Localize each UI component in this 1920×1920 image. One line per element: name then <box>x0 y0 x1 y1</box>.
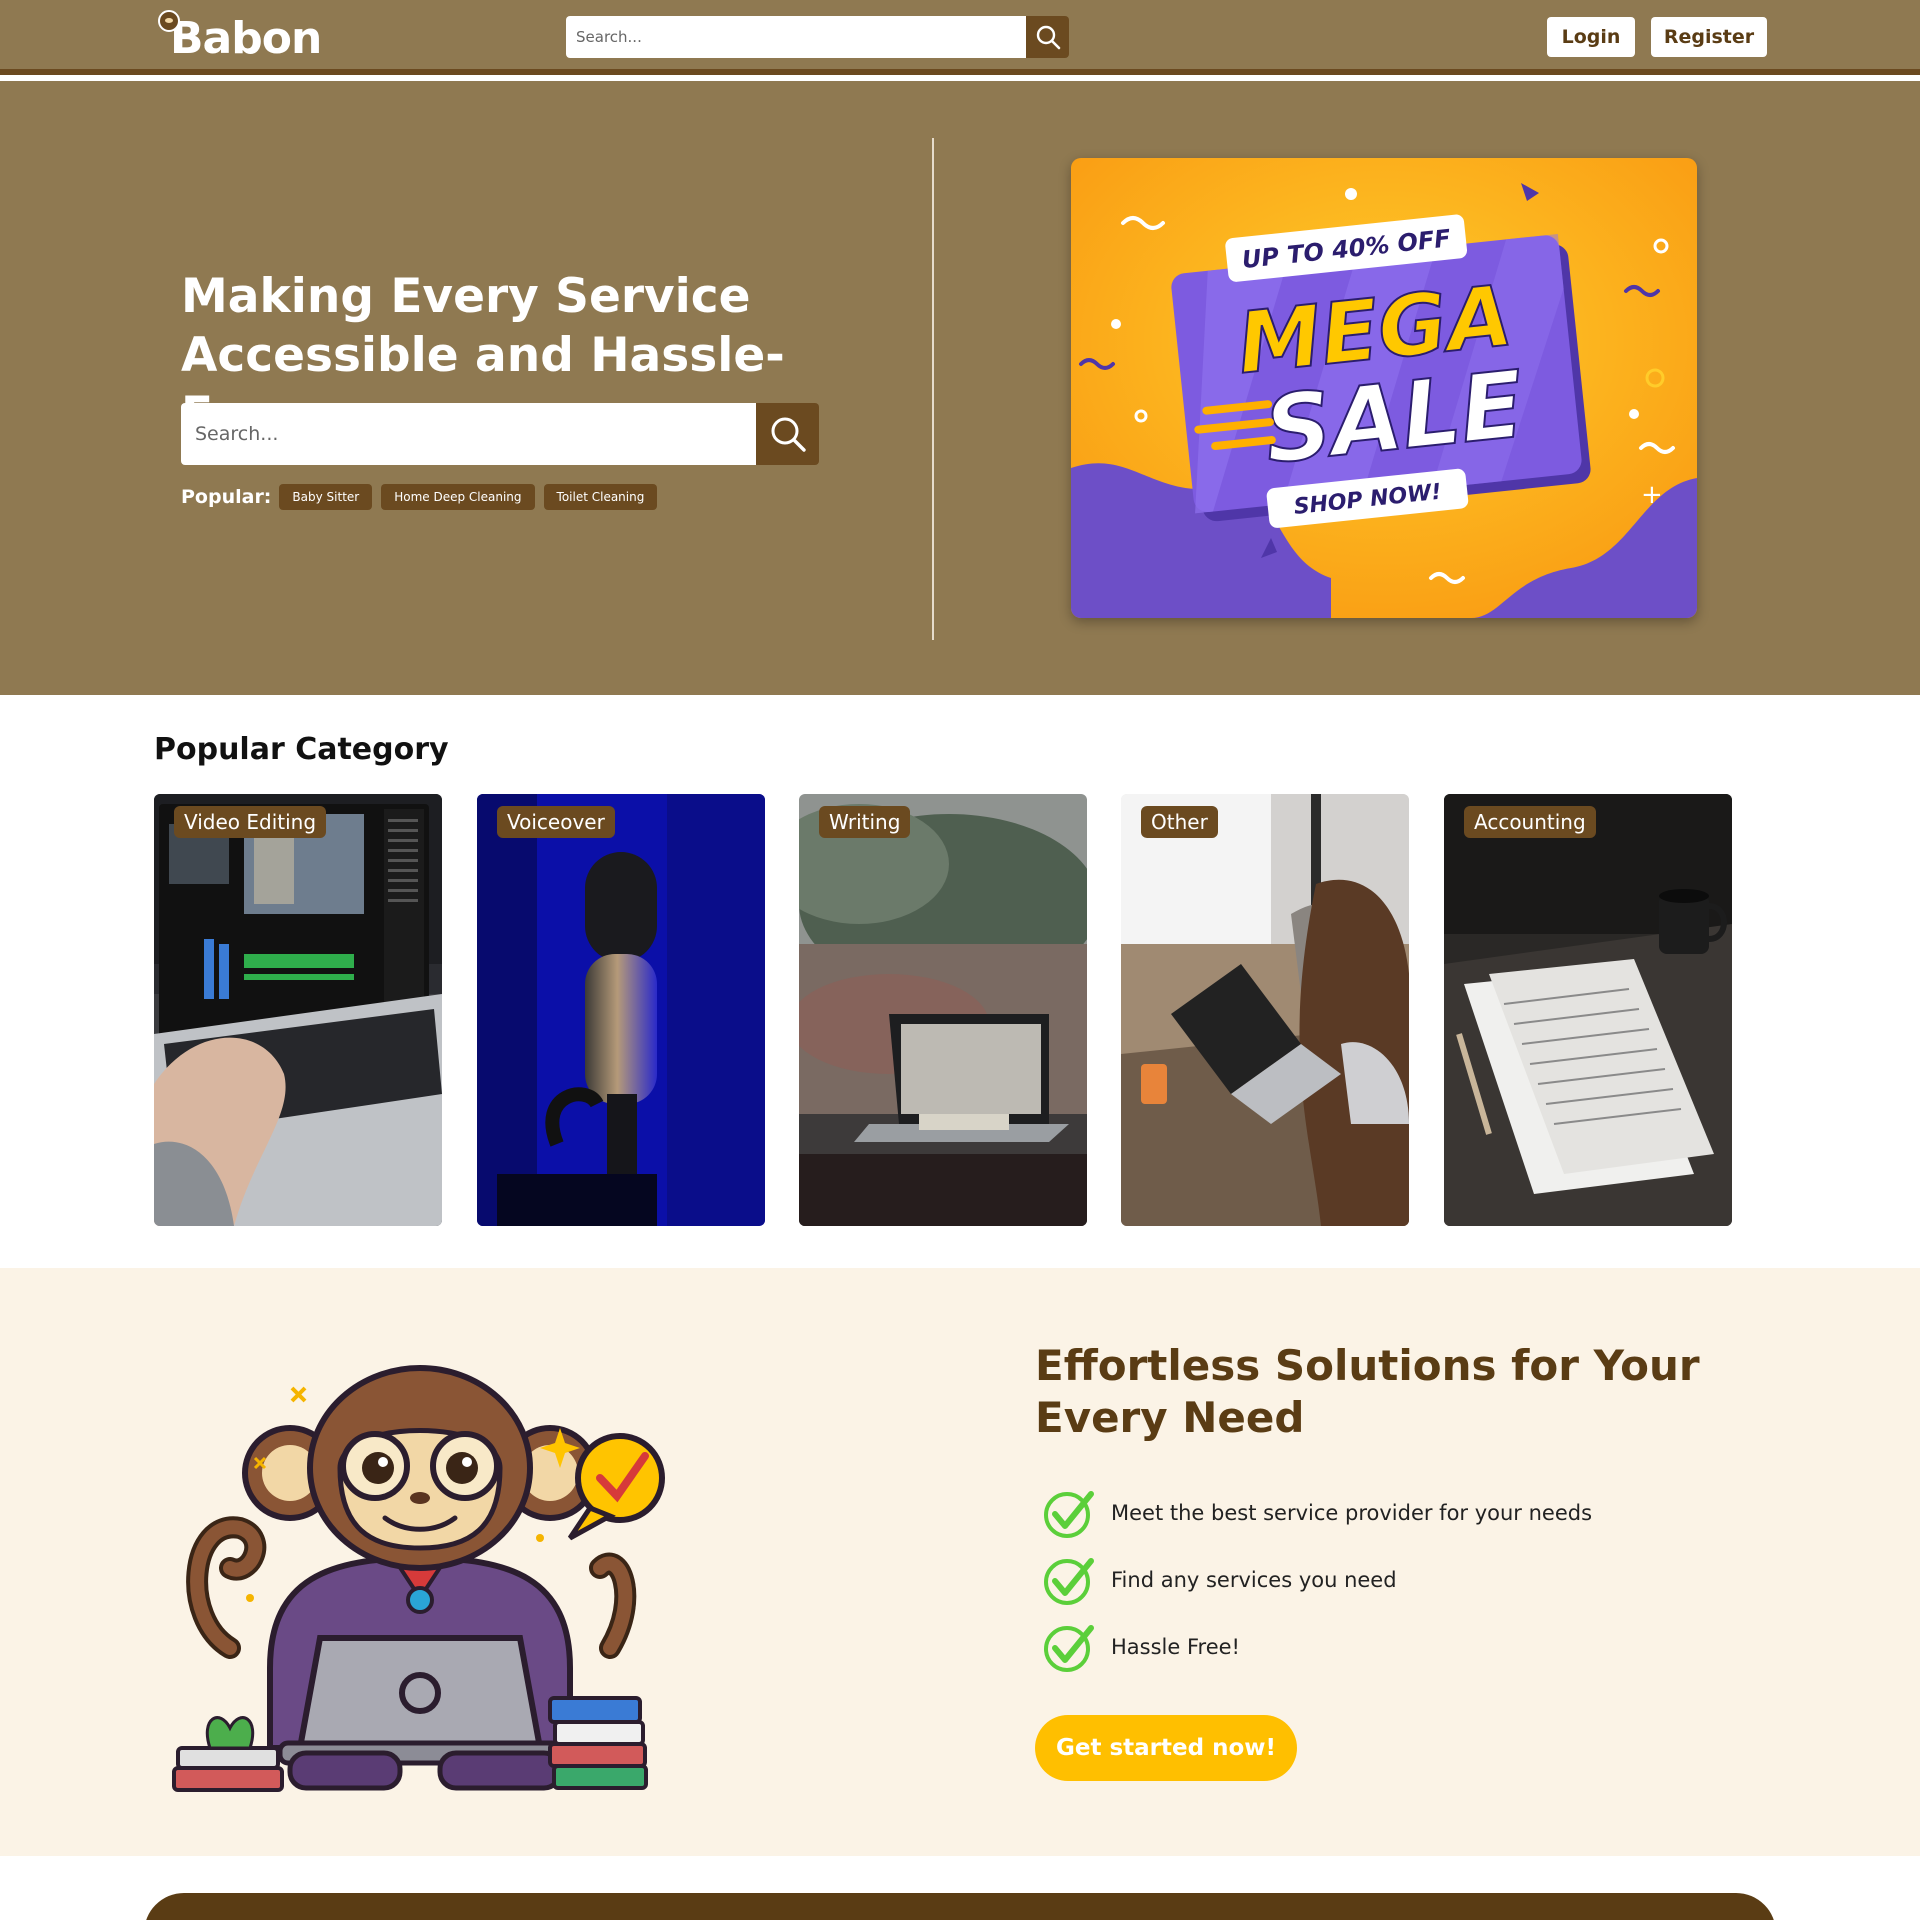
login-button[interactable]: Login <box>1547 17 1635 57</box>
hero-search <box>181 403 819 465</box>
nav-search-input[interactable] <box>566 16 1026 58</box>
logo-text: Babon <box>170 12 322 64</box>
category-label: Accounting <box>1464 806 1596 838</box>
accounting-image <box>1444 794 1732 1226</box>
category-label: Voiceover <box>497 806 615 838</box>
check-icon <box>1044 1491 1094 1538</box>
category-card-video-editing[interactable]: Video Editing <box>154 794 442 1226</box>
popular-tag[interactable]: Baby Sitter <box>279 484 373 510</box>
check-icon <box>1044 1558 1094 1605</box>
hero-section: Making Every Service Accessible and Hass… <box>0 81 1920 695</box>
video-editing-image <box>154 794 442 1226</box>
popular-tag[interactable]: Toilet Cleaning <box>543 484 658 510</box>
category-card-accounting[interactable]: Accounting <box>1444 794 1732 1226</box>
search-icon <box>1036 25 1060 50</box>
category-label: Other <box>1141 806 1218 838</box>
writing-image <box>799 794 1087 1226</box>
nav-search-button[interactable] <box>1026 16 1069 58</box>
solution-point: Find any services you need <box>1043 1555 1397 1605</box>
category-card-voiceover[interactable]: Voiceover <box>477 794 765 1226</box>
get-started-button[interactable]: Get started now! <box>1035 1715 1297 1781</box>
other-image <box>1121 794 1409 1226</box>
hero-divider <box>932 138 934 640</box>
category-label: Video Editing <box>174 806 327 838</box>
category-label: Writing <box>819 806 911 838</box>
category-card-writing[interactable]: Writing <box>799 794 1087 1226</box>
check-icon <box>1044 1625 1094 1672</box>
register-button[interactable]: Register <box>1651 17 1767 57</box>
voiceover-image <box>477 794 765 1226</box>
popular-category-title: Popular Category <box>154 732 449 767</box>
mega-sale-banner[interactable]: UP TO 40% OFF MEGA SALE SHOP NOW! + <box>1071 158 1697 618</box>
search-icon <box>771 417 806 452</box>
popular-label: Popular: <box>181 486 272 508</box>
nav-search <box>566 16 1069 58</box>
popular-searches: Popular: Baby Sitter Home Deep Cleaning … <box>181 484 666 510</box>
footer-strip <box>144 1893 1776 1920</box>
logo[interactable]: Babon <box>158 8 322 68</box>
category-card-other[interactable]: Other <box>1121 794 1409 1226</box>
navbar: Babon Login Register <box>0 0 1920 75</box>
monkey-laptop-illustration <box>172 1365 665 1792</box>
sale-banner-graphic: UP TO 40% OFF MEGA SALE SHOP NOW! + <box>1071 158 1697 618</box>
solution-point: Meet the best service provider for your … <box>1043 1488 1592 1538</box>
popular-tag[interactable]: Home Deep Cleaning <box>381 484 535 510</box>
solution-point-text: Find any services you need <box>1111 1568 1397 1592</box>
solution-point-text: Meet the best service provider for your … <box>1111 1501 1593 1525</box>
svg-text:+: + <box>1641 480 1663 510</box>
solutions-section: Effortless Solutions for Your Every Need… <box>0 1268 1920 1856</box>
solution-point-text: Hassle Free! <box>1111 1635 1240 1659</box>
solution-point: Hassle Free! <box>1043 1622 1240 1672</box>
monkey-logo-icon <box>158 10 180 32</box>
hero-search-input[interactable] <box>181 403 756 465</box>
hero-search-button[interactable] <box>756 403 819 465</box>
solutions-title: Effortless Solutions for Your Every Need <box>1035 1341 1700 1442</box>
